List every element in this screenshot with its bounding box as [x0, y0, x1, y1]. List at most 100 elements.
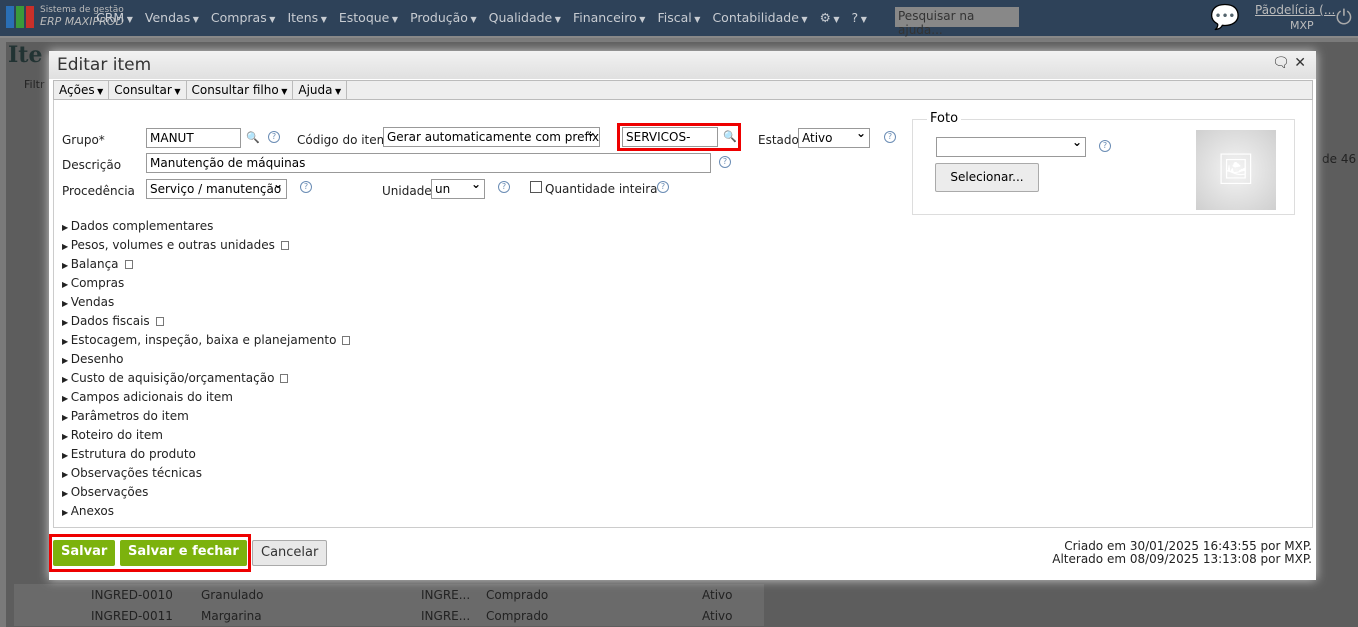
section-11[interactable]: Roteiro do item [62, 428, 163, 442]
section-label: Pesos, volumes e outras unidades [70, 238, 275, 252]
grupo-input[interactable]: MANUT [146, 128, 241, 148]
help-icon[interactable]: ? [1099, 140, 1111, 152]
save-close-button[interactable]: Salvar e fechar [120, 540, 247, 566]
section-label: Dados fiscais [70, 314, 150, 328]
selecionar-button[interactable]: Selecionar... [935, 163, 1039, 192]
updated-text: Alterado em 08/09/2025 13:13:08 por MXP. [1052, 552, 1312, 566]
help-menu-icon[interactable]: ? [852, 10, 867, 25]
filter-legend: Filtr [24, 78, 45, 91]
menu-fiscal[interactable]: Fiscal [657, 10, 700, 25]
close-icon[interactable]: 🗨 ✕ [1272, 55, 1306, 71]
menu-consultar[interactable]: Consultar [109, 81, 187, 99]
menu-vendas[interactable]: Vendas [145, 10, 199, 25]
help-icon[interactable]: ? [657, 181, 669, 193]
cell: INGRE... [421, 587, 471, 602]
section-13[interactable]: Observações técnicas [62, 466, 202, 480]
main-menu: CRM Vendas Compras Itens Estoque Produçã… [96, 10, 867, 25]
section-12[interactable]: Estrutura do produto [62, 447, 196, 461]
cell: Comprado [486, 587, 549, 602]
menu-qualidade[interactable]: Qualidade [489, 10, 561, 25]
chat-icon[interactable]: 💬 [1210, 3, 1240, 31]
procedencia-select[interactable]: Serviço / manutenção [146, 179, 287, 199]
note-icon [155, 317, 164, 326]
top-navbar: Sistema de gestãoERP MAXIPROD CRM Vendas… [0, 0, 1358, 38]
unidade-select[interactable]: un [431, 179, 485, 199]
menu-contabilidade[interactable]: Contabilidade [712, 10, 807, 25]
section-0[interactable]: Dados complementares [62, 219, 214, 233]
menu-producao[interactable]: Produção [410, 10, 477, 25]
table-row[interactable]: INGRED-0011 Margarina INGRE... Comprado Ativ… [14, 605, 764, 626]
table-row[interactable]: INGRED-0010 Granulado INGRE... Comprado Ativ… [14, 584, 764, 605]
search-icon[interactable]: 🔍 [723, 130, 737, 143]
grupo-label: Grupo* [62, 133, 105, 147]
menu-financeiro[interactable]: Financeiro [573, 10, 646, 25]
cell: INGRE... [421, 608, 471, 623]
unidade-label: Unidade [382, 184, 432, 198]
cell: INGRED-0010 [91, 587, 173, 602]
company-select[interactable]: MXP [1290, 19, 1314, 32]
cell: Comprado [486, 608, 549, 623]
edit-item-dialog: Editar item 🗨 ✕ Ações Consultar Consulta… [49, 51, 1316, 580]
section-2[interactable]: Balança [62, 257, 133, 271]
section-label: Estocagem, inspeção, baixa e planejament… [70, 333, 337, 347]
search-icon[interactable]: 🔍 [246, 131, 260, 144]
descricao-label: Descrição [62, 158, 122, 172]
section-15[interactable]: Anexos [62, 504, 114, 518]
foto-legend: Foto [927, 111, 962, 126]
help-search-input[interactable]: Pesquisar na ajuda... [895, 7, 1019, 37]
cell: Margarina [201, 608, 262, 623]
help-icon[interactable]: ? [268, 131, 280, 143]
dialog-toolbar: Ações Consultar Consultar filho Ajuda [53, 80, 1313, 100]
user-link[interactable]: Pãodelícia (... [1255, 3, 1335, 17]
help-icon[interactable]: ? [719, 156, 731, 168]
section-5[interactable]: Dados fiscais [62, 314, 164, 328]
foto-select[interactable] [936, 137, 1086, 157]
prefix-input[interactable]: SERVICOS- [622, 127, 718, 147]
menu-compras[interactable]: Compras [211, 10, 276, 25]
note-icon [342, 336, 351, 345]
section-8[interactable]: Custo de aquisição/orçamentação [62, 371, 289, 385]
note-icon [280, 241, 289, 250]
procedencia-label: Procedência [62, 184, 135, 198]
menu-acoes[interactable]: Ações [54, 81, 110, 99]
gear-icon[interactable]: ⚙ [820, 10, 840, 25]
cancel-button[interactable]: Cancelar [252, 540, 328, 566]
help-icon[interactable]: ? [300, 181, 312, 193]
section-4[interactable]: Vendas [62, 295, 115, 309]
qtd-inteira-label: Quantidade inteira [545, 182, 658, 196]
qtd-inteira-checkbox[interactable] [530, 181, 542, 193]
descricao-input[interactable]: Manutenção de máquinas [146, 153, 711, 173]
section-10[interactable]: Parâmetros do item [62, 409, 189, 423]
save-button[interactable]: Salvar [53, 540, 116, 566]
foto-fieldset: Foto ? Selecionar... 🖼 [912, 111, 1295, 215]
menu-crm[interactable]: CRM [96, 10, 133, 25]
image-placeholder-icon: 🖼 [1196, 130, 1276, 210]
audit-info: Criado em 30/01/2025 16:43:55 por MXP. Al… [1052, 540, 1312, 566]
dialog-title: Editar item [49, 51, 1316, 79]
section-1[interactable]: Pesos, volumes e outras unidades [62, 238, 289, 252]
note-icon [280, 374, 289, 383]
note-icon [124, 260, 133, 269]
help-icon[interactable]: ? [498, 181, 510, 193]
page-title: Ite [8, 42, 43, 68]
help-icon[interactable]: ? [884, 131, 896, 143]
section-3[interactable]: Compras [62, 276, 125, 290]
pagination: de 46 [1322, 152, 1357, 166]
estado-select[interactable]: Ativo [798, 128, 870, 148]
menu-consultar-filho[interactable]: Consultar filho [187, 81, 294, 99]
menu-ajuda[interactable]: Ajuda [293, 81, 348, 99]
section-6[interactable]: Estocagem, inspeção, baixa e planejament… [62, 333, 351, 347]
estado-label: Estado [758, 133, 799, 147]
power-icon[interactable]: ⏻ [1336, 5, 1352, 29]
codigo-label: Código do item [297, 133, 389, 147]
section-14[interactable]: Observações [62, 485, 149, 499]
codigo-mode-select[interactable]: Gerar automaticamente com prefixo [383, 127, 600, 147]
menu-estoque[interactable]: Estoque [339, 10, 398, 25]
cell: Ativo [702, 587, 733, 602]
menu-itens[interactable]: Itens [287, 10, 326, 25]
section-label: Balança [70, 257, 119, 271]
section-label: Custo de aquisição/orçamentação [70, 371, 275, 385]
section-7[interactable]: Desenho [62, 352, 124, 366]
logo-icon [6, 6, 34, 28]
section-9[interactable]: Campos adicionais do item [62, 390, 233, 404]
